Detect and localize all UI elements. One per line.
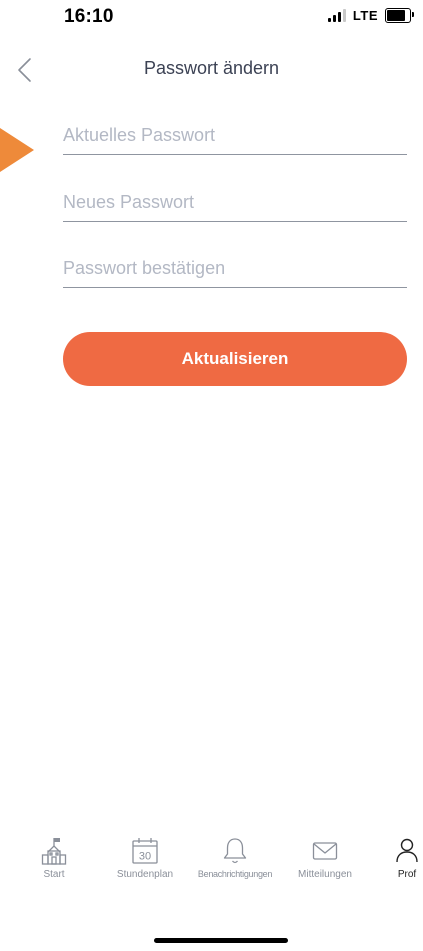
bell-icon <box>223 838 247 864</box>
signal-icon <box>327 9 346 22</box>
calendar-icon: 30 <box>132 838 158 864</box>
person-icon <box>396 838 418 863</box>
status-indicators: LTE <box>327 8 414 23</box>
tab-mitteilungen-label: Mitteilungen <box>298 869 352 880</box>
school-building-icon <box>41 838 67 865</box>
tab-stundenplan[interactable]: 30 Stundenplan <box>105 836 185 880</box>
new-password-input[interactable] <box>63 187 407 217</box>
current-password-field <box>63 120 407 155</box>
update-button[interactable]: Aktualisieren <box>63 332 407 386</box>
status-time: 16:10 <box>64 6 114 27</box>
status-bar: 16:10 LTE <box>0 0 423 40</box>
page-title: Passwort ändern <box>143 58 280 78</box>
battery-icon <box>385 8 414 23</box>
tab-profil[interactable]: Prof <box>392 836 422 880</box>
tab-mitteilungen[interactable]: Mitteilungen <box>286 836 364 880</box>
navigation-bar: Passwort ändern <box>0 44 423 96</box>
tab-stundenplan-label: Stundenplan <box>116 869 174 880</box>
calendar-icon-text: 30 <box>139 851 151 863</box>
network-type: LTE <box>352 8 378 23</box>
tab-start[interactable]: Start <box>34 836 74 880</box>
home-indicator <box>154 938 288 943</box>
pointer-arrow-icon <box>0 128 34 172</box>
tab-bar: Start 30 Stundenplan Benachrichtigungen <box>0 836 423 916</box>
tab-start-label: Start <box>43 869 65 880</box>
new-password-field <box>63 187 407 222</box>
tab-benachrichtigungen[interactable]: Benachrichtigungen <box>187 836 283 879</box>
confirm-password-field <box>63 253 407 288</box>
confirm-password-input[interactable] <box>63 253 407 283</box>
envelope-icon <box>312 842 338 860</box>
tab-profil-label: Prof <box>397 869 417 880</box>
tab-benachrichtigungen-label: Benachrichtigungen <box>197 869 273 879</box>
current-password-input[interactable] <box>63 120 407 150</box>
